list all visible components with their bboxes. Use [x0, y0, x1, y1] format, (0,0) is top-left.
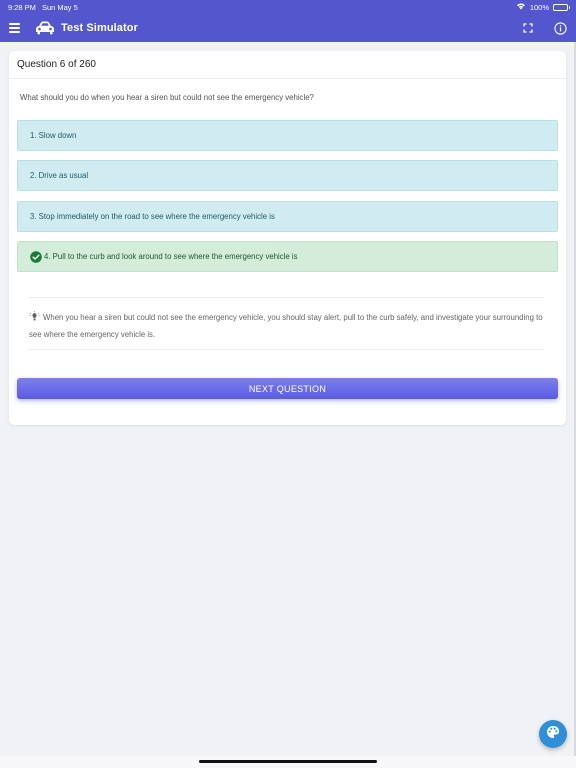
answer-label: 3. Stop immediately on the road to see w…	[30, 212, 275, 221]
status-date: Sun May 5	[41, 2, 78, 12]
explanation-text: When you hear a siren but could not see …	[29, 313, 543, 339]
answer-option-1[interactable]: 1. Slow down	[17, 120, 558, 151]
question-text: What should you do when you hear a siren…	[20, 93, 314, 102]
battery-percent: 100%	[529, 2, 549, 12]
lightbulb-icon	[29, 311, 40, 322]
answer-label: 4. Pull to the curb and look around to s…	[44, 252, 298, 261]
home-indicator	[199, 760, 377, 763]
check-circle-icon	[30, 250, 42, 263]
fullscreen-icon[interactable]	[521, 21, 535, 35]
status-time: 9:28 PM	[8, 2, 36, 12]
palette-icon	[546, 725, 560, 744]
info-icon[interactable]	[553, 21, 567, 35]
answer-option-3[interactable]: 3. Stop immediately on the road to see w…	[17, 201, 558, 232]
wifi-icon	[516, 2, 526, 12]
status-bar: 9:28 PM Sun May 5 100%	[0, 0, 576, 14]
car-icon	[35, 20, 55, 36]
battery-icon	[553, 3, 570, 11]
menu-icon[interactable]	[9, 23, 20, 33]
answer-option-4-correct[interactable]: 4. Pull to the curb and look around to s…	[17, 241, 558, 272]
app-bar: Test Simulator	[0, 14, 576, 42]
app-title: Test Simulator	[61, 22, 138, 34]
explanation-box: When you hear a siren but could not see …	[28, 297, 545, 350]
question-progress: Question 6 of 260	[9, 51, 566, 79]
answer-option-2[interactable]: 2. Drive as usual	[17, 160, 558, 191]
answer-label: 2. Drive as usual	[30, 171, 89, 180]
next-question-button[interactable]: NEXT QUESTION	[17, 378, 558, 399]
question-card: Question 6 of 260 What should you do whe…	[9, 51, 566, 425]
theme-fab[interactable]	[539, 720, 567, 748]
answer-label: 1. Slow down	[30, 131, 77, 140]
